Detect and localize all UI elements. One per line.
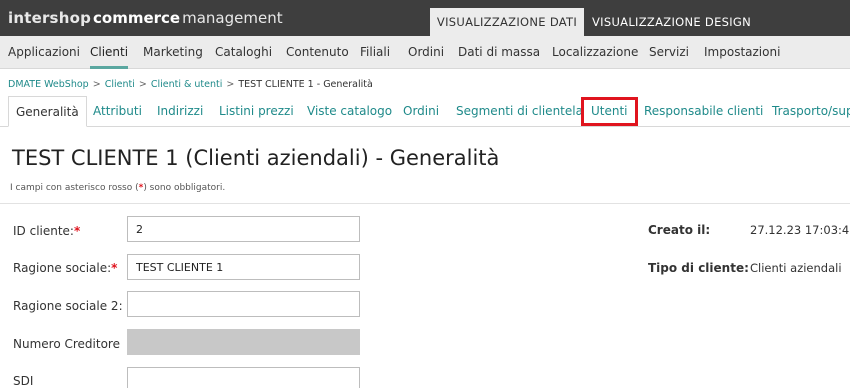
- divider: [0, 203, 850, 204]
- breadcrumb-current: TEST CLIENTE 1 - Generalità: [238, 79, 373, 90]
- intershop-logo[interactable]: intershop commerce management: [8, 9, 283, 27]
- main-navigation: Applicazioni Clienti Marketing Cataloghi…: [0, 36, 850, 69]
- company-name-2-field[interactable]: [127, 291, 360, 317]
- breadcrumb-separator: >: [226, 79, 235, 90]
- creditor-number-field: [127, 329, 360, 355]
- page-title: TEST CLIENTE 1 (Clienti aziendali) - Gen…: [12, 146, 500, 170]
- tab-indirizzi[interactable]: Indirizzi: [157, 96, 203, 127]
- logo-management: management: [182, 9, 283, 27]
- utenti-tab-highlight-box: [581, 97, 638, 126]
- breadcrumb-link-clienti[interactable]: Clienti: [105, 79, 135, 90]
- sdi-label: SDI: [13, 374, 34, 388]
- required-star-icon: *: [73, 224, 81, 238]
- nav-item-dati-di-massa[interactable]: Dati di massa: [458, 45, 540, 59]
- required-note-prefix: I campi con asterisco rosso (: [10, 183, 139, 193]
- tab-design-view[interactable]: VISUALIZZAZIONE DESIGN: [592, 8, 751, 36]
- tab-listini-prezzi[interactable]: Listini prezzi: [219, 96, 294, 127]
- tab-segmenti-di-clientela[interactable]: Segmenti di clientela: [456, 96, 583, 127]
- customer-type-label: Tipo di cliente:: [648, 261, 749, 275]
- nav-item-servizi[interactable]: Servizi: [649, 45, 689, 59]
- required-star-icon: *: [111, 261, 118, 275]
- tab-viste-catalogo[interactable]: Viste catalogo: [307, 96, 392, 127]
- breadcrumb-link-clienti-utenti[interactable]: Clienti & utenti: [151, 79, 223, 90]
- sdi-field[interactable]: [127, 367, 360, 388]
- nav-item-impostazioni[interactable]: Impostazioni: [704, 45, 780, 59]
- nav-item-contenuto[interactable]: Contenuto: [286, 45, 349, 59]
- company-name-label: Ragione sociale:*: [13, 261, 117, 275]
- customer-type-value: Clienti aziendali: [750, 261, 842, 275]
- tab-data-view[interactable]: VISUALIZZAZIONE DATI: [430, 8, 584, 36]
- required-note-suffix: ) sono obbligatori.: [143, 183, 226, 193]
- nav-item-cataloghi[interactable]: Cataloghi: [215, 45, 272, 59]
- customer-id-label: ID cliente:*: [13, 224, 80, 238]
- tab-attributi[interactable]: Attributi: [93, 96, 142, 127]
- company-name-2-label: Ragione sociale 2:: [13, 299, 123, 313]
- creditor-number-label: Numero Creditore: [13, 337, 120, 351]
- tab-ordini[interactable]: Ordini: [403, 96, 439, 127]
- tab-responsabile-clienti[interactable]: Responsabile clienti: [644, 96, 763, 127]
- breadcrumb-separator: >: [138, 79, 147, 90]
- customer-id-field[interactable]: [127, 216, 360, 242]
- nav-item-applicazioni[interactable]: Applicazioni: [8, 45, 80, 59]
- required-fields-note: I campi con asterisco rosso (*) sono obb…: [10, 183, 225, 193]
- nav-item-clienti[interactable]: Clienti: [90, 45, 129, 69]
- tab-trasporto[interactable]: Trasporto/sup: [772, 96, 850, 127]
- nav-item-marketing[interactable]: Marketing: [143, 45, 203, 59]
- tab-generalita[interactable]: Generalità: [8, 96, 87, 127]
- created-label: Creato il:: [648, 223, 711, 237]
- company-name-field[interactable]: [127, 254, 360, 280]
- breadcrumb-separator: >: [92, 79, 101, 90]
- breadcrumb: DMATE WebShop > Clienti > Clienti & utenti > T…: [8, 79, 373, 90]
- customer-id-label-text: ID cliente:: [13, 224, 74, 238]
- top-bar: intershop commerce management VISUALIZZAZI…: [0, 0, 850, 36]
- company-name-label-text: Ragione sociale:: [13, 261, 112, 275]
- nav-item-localizzazione[interactable]: Localizzazione: [552, 45, 638, 59]
- logo-commerce: commerce: [93, 9, 181, 27]
- logo-brand: intershop: [8, 9, 92, 27]
- created-value: 27.12.23 17:03:4: [750, 223, 850, 237]
- breadcrumb-link-webshop[interactable]: DMATE WebShop: [8, 79, 89, 90]
- detail-tabs: Generalità Attributi Indirizzi Listini p…: [0, 96, 850, 127]
- nav-item-filiali[interactable]: Filiali: [360, 45, 390, 59]
- nav-item-ordini[interactable]: Ordini: [408, 45, 444, 59]
